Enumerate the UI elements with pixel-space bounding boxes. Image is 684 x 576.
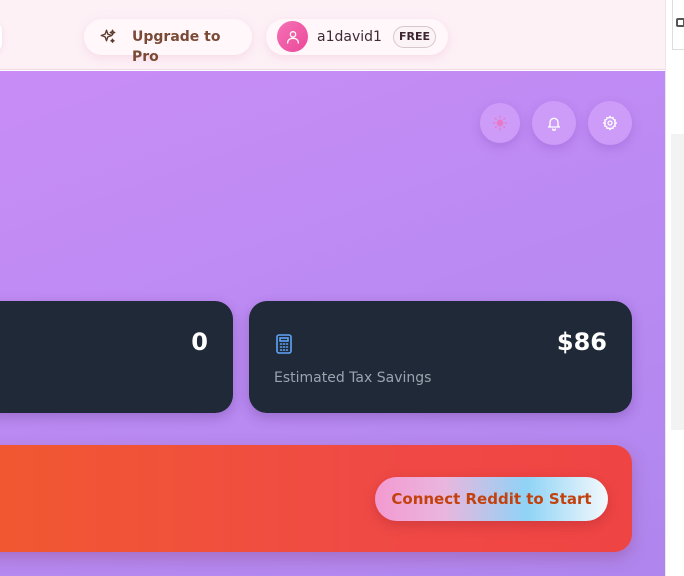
upgrade-to-pro-button[interactable]: Upgrade to Pro <box>84 19 252 65</box>
bell-icon <box>548 117 560 131</box>
username: a1david1 <box>317 29 382 45</box>
stat-value: 0 <box>191 328 208 356</box>
plan-badge: FREE <box>393 26 436 48</box>
dashboard-main: 0 $86 Estimated Tax Savings Connect Redd… <box>0 71 665 576</box>
window-icon <box>676 18 684 27</box>
topbar-left-control[interactable] <box>0 20 2 54</box>
gutter-panel <box>671 134 684 430</box>
right-scroll-gutter <box>665 0 684 576</box>
stat-value: $86 <box>556 328 607 356</box>
avatar <box>277 21 308 52</box>
stat-card-tax-savings: $86 Estimated Tax Savings <box>249 301 632 413</box>
top-bar: Upgrade to Pro a1david1 FREE <box>0 0 665 70</box>
connect-reddit-button[interactable]: Connect Reddit to Start <box>375 477 608 521</box>
calculator-icon <box>275 334 293 354</box>
stat-label: Estimated Tax Savings <box>274 370 432 386</box>
notifications-button[interactable] <box>532 101 576 145</box>
connect-reddit-banner: Connect Reddit to Start <box>0 445 632 552</box>
gear-icon <box>603 115 617 131</box>
user-icon <box>286 30 299 44</box>
stat-card-count: 0 <box>0 301 233 413</box>
settings-button[interactable] <box>588 101 632 145</box>
upgrade-label: Upgrade to Pro <box>132 29 221 65</box>
sun-icon <box>492 115 508 131</box>
user-menu[interactable]: a1david1 FREE <box>266 19 448 55</box>
theme-toggle-button[interactable] <box>480 103 520 143</box>
sparkles-icon <box>99 28 117 46</box>
